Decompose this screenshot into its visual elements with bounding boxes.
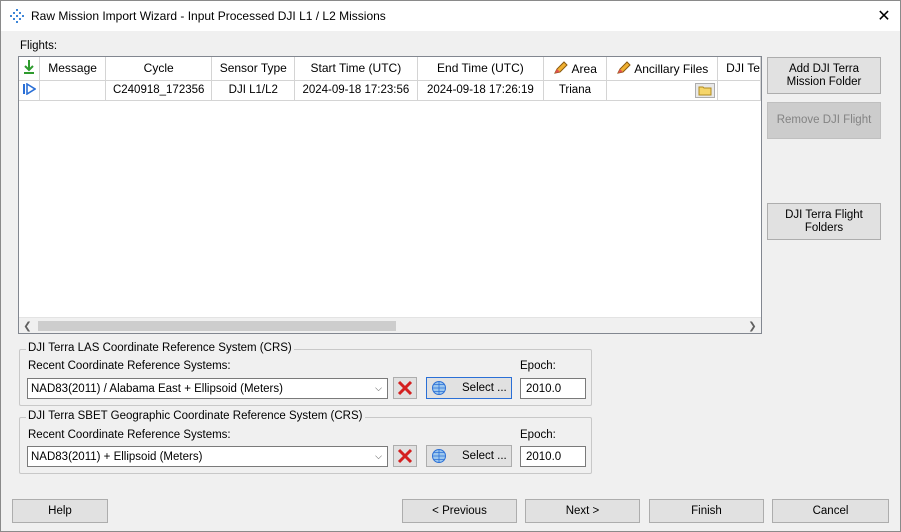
remove-flight-button[interactable]: Remove DJI Flight	[767, 102, 881, 139]
next-button[interactable]: Next >	[525, 499, 640, 523]
sbet-epoch-input[interactable]: 2010.0	[520, 446, 586, 467]
area-header-label: Area	[571, 61, 597, 76]
green-down-arrow-icon	[24, 59, 35, 74]
finish-button[interactable]: Finish	[649, 499, 764, 523]
previous-button[interactable]: < Previous	[402, 499, 517, 523]
globe-icon	[432, 381, 446, 395]
column-header-start-time[interactable]: Start Time (UTC)	[294, 57, 418, 81]
red-x-icon	[397, 448, 413, 464]
las-epoch-label: Epoch:	[520, 360, 556, 372]
app-diamond-icon	[10, 9, 24, 23]
chevron-down-icon[interactable]: ⌵	[370, 379, 387, 398]
cancel-button[interactable]: Cancel	[772, 499, 889, 523]
scroll-left-icon[interactable]: ❮	[19, 318, 36, 333]
las-epoch-input[interactable]: 2010.0	[520, 378, 586, 399]
window-title: Raw Mission Import Wizard - Input Proces…	[31, 9, 386, 23]
flights-grid[interactable]: Message Cycle Sensor Type Start Time (UT…	[18, 56, 762, 334]
cell-message[interactable]	[39, 80, 106, 101]
sbet-crs-select[interactable]: NAD83(2011) + Ellipsoid (Meters) ⌵	[27, 446, 388, 467]
sbet-crs-value: NAD83(2011) + Ellipsoid (Meters)	[31, 450, 203, 463]
cell-ancillary-files[interactable]	[606, 80, 719, 101]
horizontal-scrollbar[interactable]: ❮ ❯	[19, 317, 761, 333]
cell-cycle[interactable]: C240918_172356	[105, 80, 213, 101]
red-x-icon	[397, 380, 413, 396]
import-column-header[interactable]	[19, 57, 41, 81]
flight-folders-button[interactable]: DJI Terra Flight Folders	[767, 203, 881, 240]
las-crs-select[interactable]: NAD83(2011) / Alabama East + Ellipsoid (…	[27, 378, 388, 399]
las-select-label: Select ...	[462, 381, 507, 394]
globe-icon	[432, 449, 446, 463]
cell-end-time[interactable]: 2024-09-18 17:26:19	[417, 80, 545, 101]
column-header-area[interactable]: Area	[543, 57, 607, 81]
column-header-cycle[interactable]: Cycle	[105, 57, 213, 81]
las-clear-button[interactable]	[393, 377, 417, 399]
las-select-button[interactable]: Select ...	[426, 377, 512, 399]
scroll-right-icon[interactable]: ❯	[744, 318, 761, 333]
grid-header-row: Message Cycle Sensor Type Start Time (UT…	[19, 57, 761, 81]
help-button[interactable]: Help	[12, 499, 108, 523]
flights-table: Message Cycle Sensor Type Start Time (UT…	[19, 57, 761, 101]
ancillary-header-label: Ancillary Files	[634, 61, 709, 76]
wizard-window: Raw Mission Import Wizard - Input Proces…	[0, 0, 901, 532]
scrollbar-thumb[interactable]	[38, 321, 396, 331]
sbet-select-label: Select ...	[462, 449, 507, 462]
las-crs-value: NAD83(2011) / Alabama East + Ellipsoid (…	[31, 382, 283, 395]
sbet-recent-label: Recent Coordinate Reference Systems:	[28, 429, 231, 441]
cell-area[interactable]: Triana	[543, 80, 607, 101]
folder-browse-button[interactable]	[695, 82, 716, 98]
title-bar: Raw Mission Import Wizard - Input Proces…	[1, 1, 900, 31]
cell-sensor-type[interactable]: DJI L1/L2	[211, 80, 296, 101]
sbet-select-button[interactable]: Select ...	[426, 445, 512, 467]
folder-icon	[698, 86, 712, 95]
close-icon[interactable]: ✕	[867, 1, 901, 31]
add-mission-folder-button[interactable]: Add DJI Terra Mission Folder	[767, 57, 881, 94]
pencil-icon	[553, 61, 568, 74]
column-header-end-time[interactable]: End Time (UTC)	[417, 57, 545, 81]
flights-label: Flights:	[20, 40, 58, 52]
column-header-ancillary-files[interactable]: Ancillary Files	[606, 57, 719, 81]
play-indicator-icon	[23, 82, 37, 95]
column-header-dji-terra[interactable]: DJI Te	[717, 57, 761, 81]
row-indicator-cell[interactable]	[19, 80, 41, 101]
sbet-epoch-label: Epoch:	[520, 429, 556, 441]
cell-dji-terra[interactable]	[717, 80, 761, 101]
column-header-sensor-type[interactable]: Sensor Type	[211, 57, 296, 81]
cell-start-time[interactable]: 2024-09-18 17:23:56	[294, 80, 418, 101]
sbet-crs-legend: DJI Terra SBET Geographic Coordinate Ref…	[26, 410, 365, 422]
chevron-down-icon[interactable]: ⌵	[370, 447, 387, 466]
sbet-clear-button[interactable]	[393, 445, 417, 467]
las-recent-label: Recent Coordinate Reference Systems:	[28, 360, 231, 372]
column-header-message[interactable]: Message	[39, 57, 106, 81]
table-row[interactable]: C240918_172356 DJI L1/L2 2024-09-18 17:2…	[19, 80, 761, 101]
pencil-icon	[616, 61, 631, 74]
las-crs-legend: DJI Terra LAS Coordinate Reference Syste…	[26, 342, 294, 354]
